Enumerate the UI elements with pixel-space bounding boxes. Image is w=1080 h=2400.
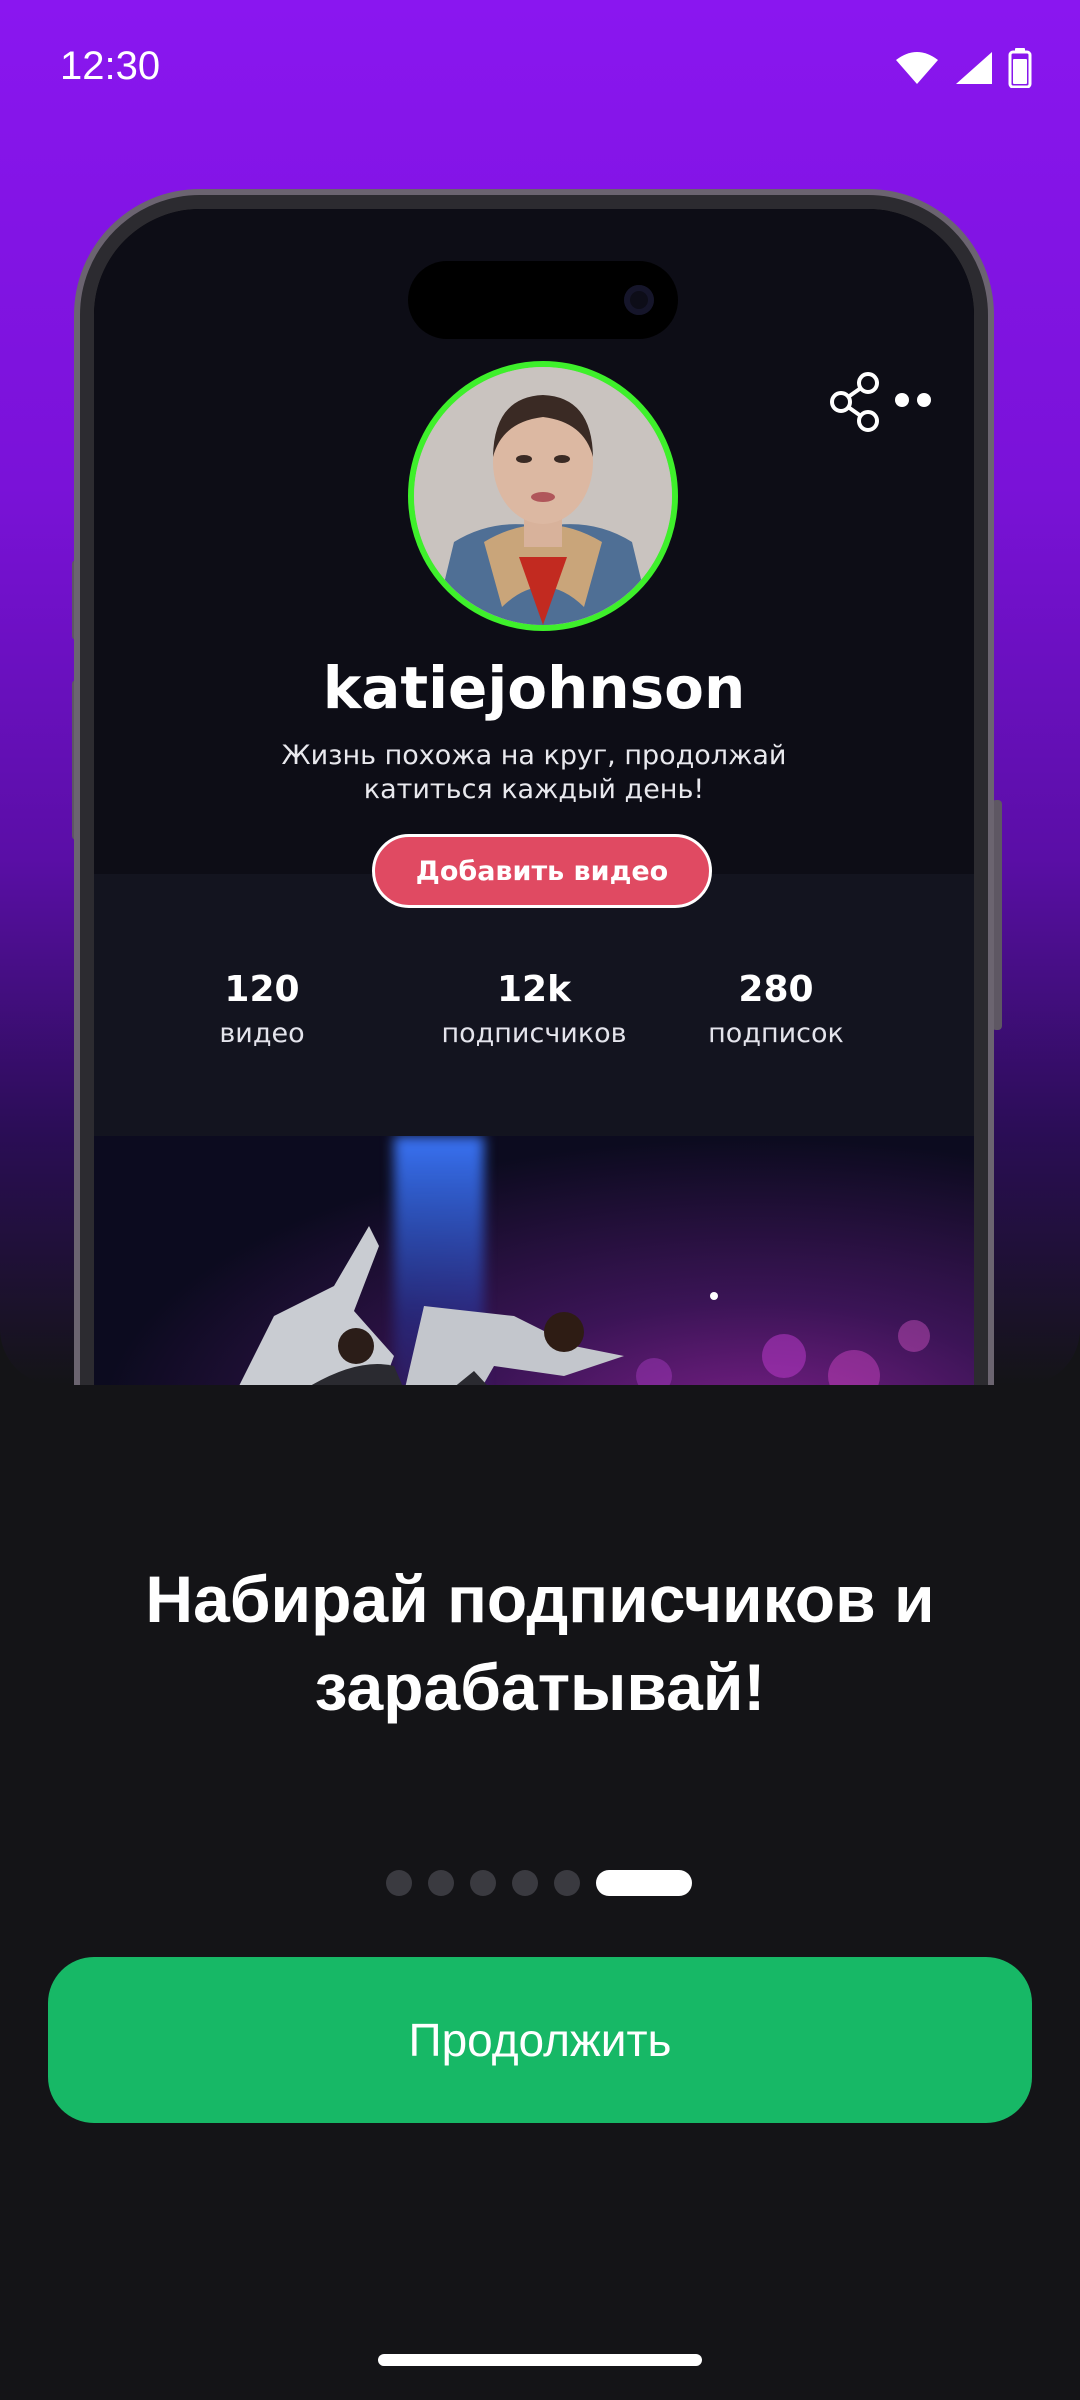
stat-label: видео bbox=[219, 1018, 305, 1049]
stat-label: подписчиков bbox=[441, 1018, 627, 1049]
page-dot-active[interactable] bbox=[596, 1870, 692, 1896]
page-dot[interactable] bbox=[428, 1870, 454, 1896]
home-indicator[interactable] bbox=[378, 2354, 702, 2366]
dynamic-island bbox=[408, 261, 678, 339]
continue-button[interactable]: Продолжить bbox=[48, 1957, 1032, 2123]
page-dot[interactable] bbox=[554, 1870, 580, 1896]
stat-videos: 120 видео bbox=[152, 969, 372, 1049]
stat-value: 280 bbox=[738, 969, 814, 1010]
add-video-button[interactable]: Добавить видео bbox=[372, 834, 712, 908]
page-dot[interactable] bbox=[470, 1870, 496, 1896]
status-bar: 12:30 bbox=[0, 0, 1080, 140]
status-icons bbox=[894, 48, 1032, 88]
battery-icon bbox=[1008, 48, 1032, 88]
camera-icon bbox=[624, 285, 654, 315]
page-dot[interactable] bbox=[512, 1870, 538, 1896]
hero-banner: 12:30 katiejohnson Жизнь похожа на круг,… bbox=[0, 0, 1080, 1385]
phone-mockup: katiejohnson Жизнь похожа на круг, продо… bbox=[80, 195, 988, 1385]
stat-value: 12k bbox=[496, 969, 572, 1010]
more-icon[interactable] bbox=[894, 389, 934, 416]
video-thumbnail[interactable] bbox=[94, 1136, 974, 1385]
stat-value: 120 bbox=[224, 969, 300, 1010]
profile-username: katiejohnson bbox=[322, 654, 746, 722]
status-time: 12:30 bbox=[60, 44, 161, 88]
stat-following: 280 подписок bbox=[666, 969, 886, 1049]
onboarding-headline: Набирай подписчиков и зарабатывай! bbox=[145, 1562, 935, 1724]
page-indicator bbox=[386, 1870, 692, 1896]
page-dot[interactable] bbox=[386, 1870, 412, 1896]
share-icon[interactable] bbox=[828, 371, 882, 438]
wifi-icon bbox=[894, 50, 940, 86]
stat-followers: 12k подписчиков bbox=[424, 969, 644, 1049]
signal-icon bbox=[954, 50, 994, 86]
onboarding-screen: 12:30 katiejohnson Жизнь похожа на круг,… bbox=[0, 0, 1080, 2400]
phone-side-button bbox=[992, 800, 1002, 1030]
avatar[interactable] bbox=[408, 361, 678, 631]
stat-label: подписок bbox=[708, 1018, 844, 1049]
profile-bio: Жизнь похожа на круг, продолжай катиться… bbox=[281, 740, 787, 805]
